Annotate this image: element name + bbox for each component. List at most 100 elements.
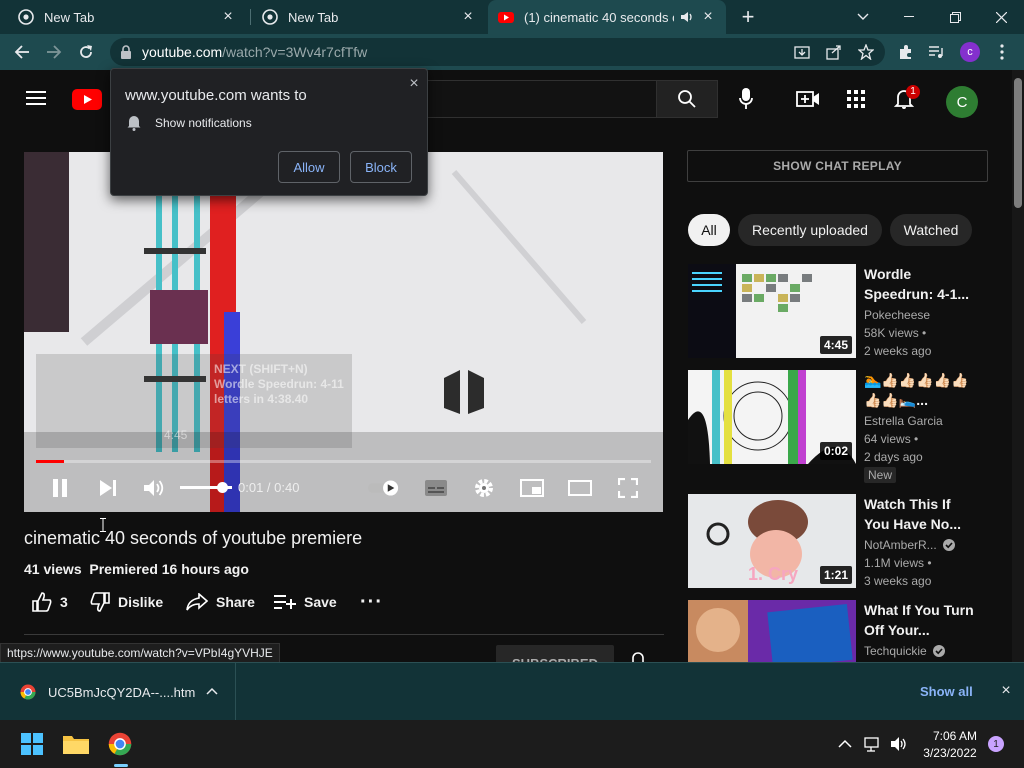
like-button[interactable]: 3 <box>32 586 68 618</box>
tab-title: New Tab <box>288 9 339 25</box>
chip-watched[interactable]: Watched <box>890 214 972 246</box>
video-meta: 41 views Premiered 16 hours ago <box>24 561 249 577</box>
autoplay-toggle[interactable] <box>368 474 400 502</box>
volume-tray-icon[interactable] <box>890 736 908 752</box>
pause-icon[interactable] <box>44 474 76 502</box>
chip-all[interactable]: All <box>688 214 730 246</box>
media-control-icon[interactable] <box>922 38 950 66</box>
tray-chevron-up-icon[interactable] <box>838 739 852 748</box>
video-thumbnail[interactable]: 4:45 <box>688 264 856 358</box>
volume-icon[interactable] <box>138 474 170 502</box>
network-icon[interactable] <box>864 736 882 752</box>
show-chat-replay-button[interactable]: SHOW CHAT REPLAY <box>687 150 988 182</box>
restore-icon[interactable] <box>932 0 978 34</box>
close-window-icon[interactable] <box>978 0 1024 34</box>
tab-close-icon[interactable]: × <box>220 9 236 25</box>
chrome-taskbar-icon[interactable] <box>104 728 136 760</box>
close-icon[interactable]: × <box>405 75 423 93</box>
forward-arrow-icon[interactable] <box>40 38 68 66</box>
channel-name[interactable]: Estrella Garcia <box>864 414 943 428</box>
theater-mode-icon[interactable] <box>564 474 596 502</box>
chip-recently-uploaded[interactable]: Recently uploaded <box>738 214 882 246</box>
channel-row: Techquickie <box>864 644 945 658</box>
share-button[interactable]: Share <box>186 586 255 618</box>
dislike-button[interactable]: Dislike <box>90 586 163 618</box>
video-title[interactable]: Watch This If You Have No... <box>864 494 974 534</box>
voice-search-icon[interactable] <box>726 79 766 119</box>
chevron-up-icon[interactable] <box>206 687 218 695</box>
tab-new-tab-2[interactable]: New Tab × <box>252 0 486 34</box>
new-tab-icon[interactable]: + <box>726 0 770 34</box>
video-thumbnail[interactable]: 1. Cry 1:21 <box>688 494 856 588</box>
page-scrollbar[interactable] <box>1012 70 1024 662</box>
recommendation-item[interactable]: 1. Cry 1:21 Watch This If You Have No...… <box>688 494 998 590</box>
recommendation-item[interactable]: 0:02 🏊👍🏻👍🏻👍🏻👍🏻👍🏻👍🏻👍🏻🛌... Estrella Garcia… <box>688 370 998 483</box>
guide-menu-icon[interactable] <box>16 78 56 118</box>
file-explorer-icon[interactable] <box>60 728 92 760</box>
more-actions-icon[interactable]: ··· <box>360 586 383 618</box>
windows-start-icon[interactable] <box>16 728 48 760</box>
tab-new-tab-1[interactable]: New Tab × <box>8 0 246 34</box>
notifications-bell-icon[interactable] <box>884 79 924 119</box>
channel-name[interactable]: Techquickie <box>864 644 927 658</box>
fullscreen-icon[interactable] <box>612 474 644 502</box>
text-cursor-icon <box>100 518 106 532</box>
account-avatar[interactable]: C <box>946 86 978 118</box>
tab-search-chevron-icon[interactable] <box>840 0 886 34</box>
profile-avatar[interactable]: c <box>956 38 984 66</box>
speaker-icon[interactable] <box>680 10 694 24</box>
channel-name[interactable]: NotAmberR... <box>864 538 937 552</box>
video-title[interactable]: 🏊👍🏻👍🏻👍🏻👍🏻👍🏻👍🏻👍🏻🛌... <box>864 370 974 410</box>
video-title[interactable]: Wordle Speedrun: 4-1... <box>864 264 974 304</box>
allow-button[interactable]: Allow <box>278 151 340 183</box>
install-app-icon[interactable] <box>794 44 810 60</box>
youtube-logo-icon[interactable] <box>72 89 102 115</box>
youtube-favicon-icon <box>498 12 514 23</box>
view-count-text: 64 views <box>864 432 911 446</box>
video-thumbnail[interactable] <box>688 600 856 662</box>
clock-date[interactable]: 3/23/2022 <box>920 746 980 760</box>
recommendation-item[interactable]: What If You Turn Off Your... Techquickie <box>688 600 998 662</box>
scrollbar-thumb[interactable] <box>1014 78 1022 208</box>
save-button[interactable]: Save <box>274 586 337 618</box>
video-title: cinematic 40 seconds of youtube premiere <box>24 528 363 548</box>
miniplayer-icon[interactable] <box>516 474 548 502</box>
channel-name[interactable]: Pokecheese <box>864 308 930 322</box>
notification-center-badge[interactable]: 1 <box>988 736 1004 752</box>
clock-time[interactable]: 7:06 AM <box>932 729 978 743</box>
back-arrow-icon[interactable] <box>8 38 36 66</box>
search-button[interactable] <box>656 80 718 118</box>
tab-close-icon[interactable]: × <box>460 9 476 25</box>
next-video-icon[interactable] <box>92 474 124 502</box>
reload-icon[interactable] <box>72 38 100 66</box>
bookmark-star-icon[interactable] <box>858 44 874 60</box>
video-title[interactable]: What If You Turn Off Your... <box>864 600 974 640</box>
dislike-label: Dislike <box>118 594 164 610</box>
create-video-icon[interactable] <box>788 79 828 119</box>
tab-close-icon[interactable]: × <box>700 9 716 25</box>
chrome-menu-icon[interactable] <box>988 38 1016 66</box>
extensions-puzzle-icon[interactable] <box>892 38 920 66</box>
settings-gear-icon[interactable] <box>468 474 500 502</box>
bell-icon <box>127 116 141 131</box>
video-duration: 0:02 <box>819 442 852 460</box>
progress-played <box>36 460 64 463</box>
close-shelf-icon[interactable]: × <box>996 681 1016 701</box>
subtitles-icon[interactable] <box>420 474 452 502</box>
block-button[interactable]: Block <box>350 151 412 183</box>
download-item[interactable]: UC5BmJcQY2DA--....htm <box>0 663 236 721</box>
progress-bar[interactable] <box>36 460 651 463</box>
url-host: youtube.com <box>142 44 223 60</box>
tab-youtube-video[interactable]: (1) cinematic 40 seconds of y × <box>488 0 726 34</box>
video-player[interactable]: NEXT (SHIFT+N) Wordle Speedrun: 4-11 let… <box>24 152 663 512</box>
minimize-icon[interactable] <box>886 0 932 34</box>
lock-icon[interactable] <box>118 44 134 60</box>
channel-row: NotAmberR... <box>864 538 955 552</box>
video-thumbnail[interactable]: 0:02 <box>688 370 856 464</box>
show-all-downloads-link[interactable]: Show all <box>920 684 973 699</box>
address-bar[interactable]: youtube.com/watch?v=3Wv4r7cfTfw <box>110 38 885 66</box>
recommendation-item[interactable]: 4:45 Wordle Speedrun: 4-1... Pokecheese … <box>688 264 998 360</box>
share-page-icon[interactable] <box>826 44 842 60</box>
apps-grid-icon[interactable] <box>836 79 876 119</box>
volume-slider-handle[interactable] <box>216 482 228 493</box>
